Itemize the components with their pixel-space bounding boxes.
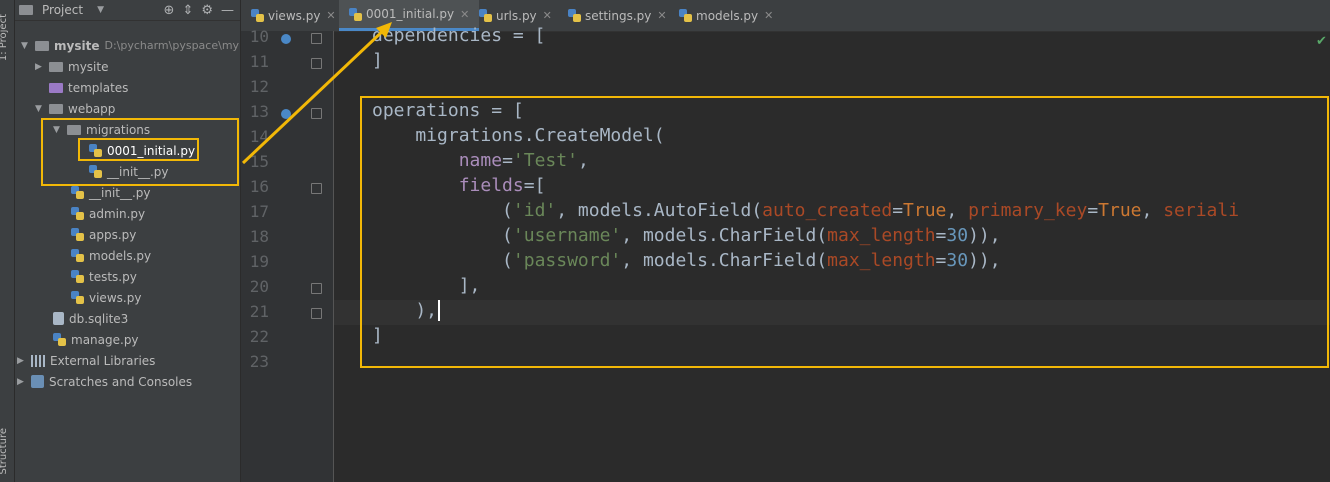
annotation-arrow [241, 22, 392, 165]
arrow-shaft [241, 26, 388, 165]
